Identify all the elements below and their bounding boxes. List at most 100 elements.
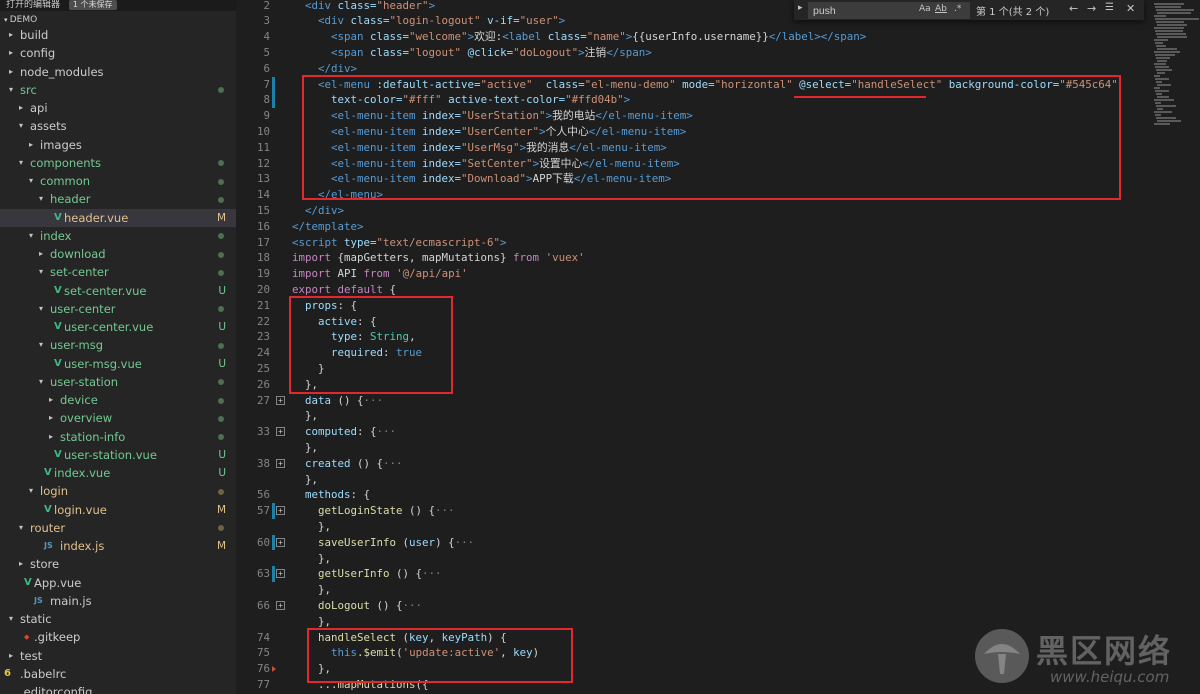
tree-folder[interactable]: ▸ node_modules [0, 63, 236, 81]
open-editors-header[interactable]: 打开的编辑器 1 个未保存 [0, 0, 236, 11]
code-line[interactable]: }, [236, 519, 1200, 535]
tree-folder[interactable]: ▾ components [0, 154, 236, 172]
code-line[interactable]: }, [236, 551, 1200, 567]
chevron-right-icon[interactable]: ▸ [46, 428, 56, 446]
chevron-down-icon[interactable]: ▾ [26, 172, 36, 190]
tree-folder[interactable]: ▸ overview [0, 409, 236, 427]
match-case-icon[interactable]: Aa [919, 4, 931, 14]
tree-folder[interactable]: ▾ index [0, 227, 236, 245]
tree-file[interactable]: .editorconfig [0, 683, 236, 694]
chevron-right-icon[interactable]: ▸ [16, 99, 26, 117]
tree-folder[interactable]: ▾ user-station [0, 373, 236, 391]
tree-folder[interactable]: ▸ api [0, 99, 236, 117]
tree-folder[interactable]: ▸ config [0, 44, 236, 62]
tree-file[interactable]: 6 .babelrc [0, 665, 236, 683]
tree-file[interactable]: V App.vue [0, 574, 236, 592]
fold-expand-icon[interactable]: + [276, 537, 285, 547]
code-line[interactable]: 63 + getUserInfo () {··· [236, 566, 1200, 583]
fold-expand-icon[interactable]: + [276, 569, 285, 579]
fold-expand-icon[interactable]: + [276, 395, 285, 405]
chevron-down-icon[interactable]: ▾ [26, 227, 36, 245]
tree-file[interactable]: Vuser-center.vue U [0, 318, 236, 336]
fold-expand-icon[interactable]: + [276, 600, 285, 610]
chevron-right-icon[interactable]: ▸ [26, 136, 36, 154]
code-line[interactable]: 4 <span class="welcome">欢迎:<label class=… [236, 29, 1200, 45]
code-line[interactable]: }, [236, 582, 1200, 598]
chevron-right-icon[interactable]: ▸ [16, 555, 26, 573]
tree-folder[interactable]: ▸ station-info [0, 428, 236, 446]
code-line[interactable]: 38 + created () {··· [236, 456, 1200, 472]
toggle-replace-icon[interactable]: ▸ [798, 3, 803, 13]
chevron-down-icon[interactable]: ▾ [6, 81, 16, 99]
code-line[interactable]: 60 + saveUserInfo (user) {··· [236, 534, 1200, 551]
chevron-down-icon[interactable]: ▾ [16, 117, 26, 135]
tree-folder[interactable]: ▾ user-center [0, 300, 236, 318]
tree-file[interactable]: Vlogin.vue M [0, 501, 236, 519]
code-line[interactable]: 18 import {mapGetters, mapMutations} from… [236, 250, 1200, 266]
code-line[interactable]: 56 methods: { [236, 487, 1200, 503]
chevron-right-icon[interactable]: ▸ [6, 26, 16, 44]
project-root-title[interactable]: ▾ DEMO [0, 13, 236, 27]
tree-folder[interactable]: ▸ store [0, 555, 236, 573]
chevron-down-icon[interactable]: ▾ [36, 373, 46, 391]
chevron-right-icon[interactable]: ▸ [6, 647, 16, 665]
tree-file[interactable]: JS index.js M [0, 537, 236, 555]
chevron-right-icon[interactable]: ▸ [36, 245, 46, 263]
find-input[interactable] [813, 3, 911, 18]
code-line[interactable]: 57 + getLoginState () {··· [236, 503, 1200, 519]
code-line[interactable]: 17 <script type="text/ecmascript-6"> [236, 235, 1200, 251]
tree-folder[interactable]: ▾ assets [0, 117, 236, 135]
tree-folder[interactable]: ▾ static [0, 610, 236, 628]
chevron-down-icon[interactable]: ▾ [36, 190, 46, 208]
tree-folder[interactable]: ▸ build [0, 26, 236, 44]
close-icon[interactable]: ✕ [1126, 2, 1135, 15]
tree-folder[interactable]: ▾ router [0, 519, 236, 537]
chevron-right-icon[interactable]: ▸ [46, 409, 56, 427]
tree-folder[interactable]: ▾ common [0, 172, 236, 190]
code-line[interactable]: 16 </template> [236, 219, 1200, 235]
tree-file[interactable]: Vheader.vue M [0, 208, 236, 227]
tree-file[interactable]: Vset-center.vue U [0, 282, 236, 300]
code-line[interactable]: }, [236, 440, 1200, 456]
code-line[interactable]: 33 + computed: {··· [236, 424, 1200, 440]
code-line[interactable]: 19 import API from '@/api/api' [236, 266, 1200, 282]
tree-folder[interactable]: ▾ user-msg [0, 336, 236, 354]
chevron-right-icon[interactable]: ▸ [46, 391, 56, 409]
tree-folder[interactable]: ▾ login [0, 482, 236, 500]
chevron-right-icon[interactable]: ▸ [6, 63, 16, 81]
chevron-down-icon[interactable]: ▾ [16, 154, 26, 172]
fold-expand-icon[interactable]: + [276, 506, 285, 516]
code-line[interactable]: 27 + data () {··· [236, 393, 1200, 409]
chevron-down-icon[interactable]: ▾ [36, 263, 46, 281]
next-match-icon[interactable]: → [1087, 2, 1096, 15]
previous-match-icon[interactable]: ← [1069, 2, 1078, 15]
code-line[interactable]: 15 </div> [236, 203, 1200, 219]
chevron-down-icon[interactable]: ▾ [26, 482, 36, 500]
chevron-down-icon[interactable]: ▾ [36, 336, 46, 354]
tree-file[interactable]: JS main.js [0, 592, 236, 610]
code-line[interactable]: 66 + doLogout () {··· [236, 598, 1200, 614]
minimap[interactable] [1150, 0, 1200, 140]
tree-folder[interactable]: ▾ header [0, 190, 236, 208]
tree-folder[interactable]: ▾ src [0, 81, 236, 99]
code-line[interactable]: 5 <span class="logout" @click="doLogout"… [236, 45, 1200, 61]
fold-expand-icon[interactable]: + [276, 427, 285, 437]
tree-folder[interactable]: ▾ set-center [0, 263, 236, 281]
chevron-down-icon[interactable]: ▾ [16, 519, 26, 537]
tree-file[interactable]: Vuser-station.vue U [0, 446, 236, 464]
match-whole-word-icon[interactable]: Ab [935, 4, 947, 14]
chevron-down-icon[interactable]: ▾ [6, 610, 16, 628]
tree-folder[interactable]: ▸ images [0, 136, 236, 154]
tree-folder[interactable]: ▸ device [0, 391, 236, 409]
code-line[interactable]: }, [236, 472, 1200, 488]
tree-file[interactable]: Vindex.vue U [0, 464, 236, 482]
tree-folder[interactable]: ▸ download [0, 245, 236, 263]
chevron-down-icon[interactable]: ▾ [36, 300, 46, 318]
code-editor[interactable]: 2 <div class="header"> 3 <div class="logi… [236, 0, 1200, 694]
tree-file[interactable]: ◆ .gitkeep [0, 628, 236, 646]
chevron-right-icon[interactable]: ▸ [6, 44, 16, 62]
tree-file[interactable]: Vuser-msg.vue U [0, 355, 236, 373]
find-in-selection-icon[interactable]: ☰ [1105, 2, 1114, 13]
regex-icon[interactable]: .* [954, 4, 961, 14]
fold-expand-icon[interactable]: + [276, 458, 285, 468]
